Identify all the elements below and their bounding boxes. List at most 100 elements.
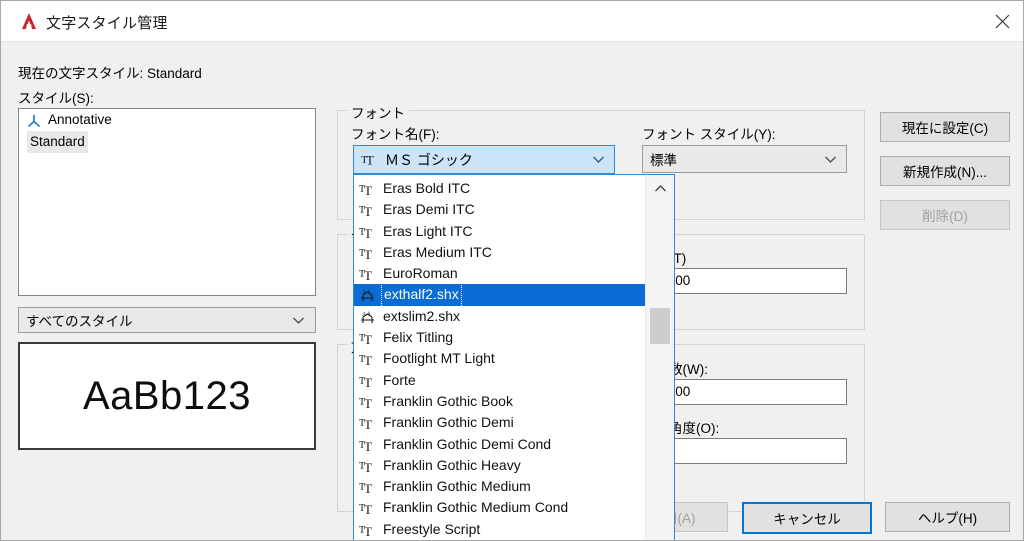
truetype-icon: TT (359, 500, 377, 517)
svg-text:T: T (364, 481, 372, 495)
delete-style-button: 削除(D) (880, 200, 1010, 230)
font-dropdown-item-label: Franklin Gothic Heavy (383, 456, 521, 473)
shx-icon: AA (359, 309, 377, 325)
svg-text:T: T (364, 460, 372, 474)
truetype-icon: TT (359, 437, 377, 454)
svg-text:T: T (364, 353, 372, 367)
font-dropdown-items: T T Eras Bold ITC T T Eras Demi ITC T T Eras Lig… (354, 175, 647, 540)
font-dropdown-item-label: Freestyle Script (383, 520, 481, 537)
autocad-a-logo-icon (19, 11, 39, 31)
font-dropdown-item-label: Eras Medium ITC (383, 243, 492, 260)
font-dropdown-item-label: Felix Titling (383, 329, 454, 346)
new-style-label: 新規作成(N)... (903, 165, 987, 180)
font-dropdown-item[interactable]: T T Eras Demi ITC (354, 199, 647, 220)
chevron-up-icon[interactable] (646, 175, 674, 201)
font-dropdown-item-label: Eras Demi ITC (383, 201, 475, 218)
svg-text:T: T (364, 502, 372, 516)
truetype-icon: TT (359, 224, 377, 241)
font-dropdown-item-label: extslim2.shx (383, 307, 461, 324)
font-dropdown-item[interactable]: T T Franklin Gothic Book (354, 391, 647, 412)
svg-text:T: T (364, 375, 372, 389)
font-dropdown-item[interactable]: T T Eras Medium ITC (354, 242, 647, 263)
truetype-icon: TT (359, 373, 377, 390)
font-style-combo[interactable]: 標準 (642, 145, 847, 173)
truetype-icon: TT (359, 394, 377, 411)
new-style-button[interactable]: 新規作成(N)... (880, 156, 1010, 186)
svg-text:T: T (364, 396, 372, 410)
font-dropdown-item[interactable]: T T Franklin Gothic Demi Cond (354, 434, 647, 455)
chevron-down-icon (592, 152, 605, 167)
font-name-label: フォント名(F): (351, 127, 440, 142)
font-dropdown-item-label: Footlight MT Light (383, 350, 495, 367)
svg-text:T: T (364, 417, 372, 431)
set-current-label: 現在に設定(C) (901, 121, 989, 136)
svg-text:T: T (364, 247, 372, 261)
truetype-icon: TT (359, 202, 377, 219)
font-dropdown-item[interactable]: T T Footlight MT Light (354, 348, 647, 369)
scrollbar-thumb[interactable] (650, 308, 670, 344)
truetype-icon: TT (359, 266, 377, 283)
list-item-label: Annotative (48, 112, 112, 127)
chevron-down-icon (292, 313, 305, 328)
font-dropdown-item[interactable]: T T Franklin Gothic Medium (354, 476, 647, 497)
font-dropdown-item-label: Franklin Gothic Demi Cond (383, 435, 552, 452)
font-dropdown-item-label: Forte (383, 371, 416, 388)
truetype-icon: TT (359, 522, 377, 539)
cancel-button[interactable]: キャンセル (742, 502, 872, 534)
font-dropdown-item[interactable]: T T Franklin Gothic Heavy (354, 455, 647, 476)
help-button[interactable]: ヘルプ(H) (885, 502, 1010, 532)
annotative-icon (27, 113, 41, 127)
svg-text:T: T (364, 332, 372, 346)
font-dropdown-item[interactable]: T T Forte (354, 370, 647, 391)
delete-style-label: 削除(D) (922, 209, 968, 224)
svg-text:T: T (364, 268, 372, 282)
svg-text:T: T (364, 204, 372, 218)
svg-text:T: T (364, 226, 372, 240)
list-item[interactable]: Standard (19, 131, 315, 153)
font-dropdown-item-label: Eras Light ITC (383, 222, 473, 239)
style-filter-combo[interactable]: すべてのスタイル (18, 307, 316, 333)
preview-text: AaBb123 (82, 373, 252, 418)
chevron-down-icon (824, 152, 837, 167)
help-label: ヘルプ(H) (917, 511, 978, 526)
font-style-value: 標準 (650, 153, 677, 168)
window-title: 文字スタイル管理 (46, 15, 168, 32)
font-dropdown-item[interactable]: A Aexthalf2.shx (354, 282, 647, 308)
truetype-icon: T T (361, 151, 378, 169)
dialog-body: 現在の文字スタイル: Standard スタイル(S): Annotative … (1, 42, 1023, 540)
font-name-combo[interactable]: T T ＭＳ ゴシック (353, 145, 615, 174)
list-item[interactable]: Annotative (19, 109, 315, 131)
font-dropdown-item-label: exthalf2.shx (381, 282, 462, 308)
text-style-manager-dialog: 文字スタイル管理 現在の文字スタイル: Standard スタイル(S): An… (0, 0, 1024, 541)
style-preview-box: AaBb123 (18, 342, 316, 450)
truetype-icon: TT (359, 245, 377, 262)
font-dropdown-item[interactable]: A A extslim2.shx (354, 306, 647, 327)
dropdown-scrollbar[interactable] (645, 175, 674, 540)
font-dropdown-item[interactable]: T T Felix Titling (354, 327, 647, 348)
current-style-label: 現在の文字スタイル: Standard (18, 66, 202, 81)
font-dropdown-item[interactable]: T T EuroRoman (354, 263, 647, 284)
font-name-dropdown-list[interactable]: T T Eras Bold ITC T T Eras Demi ITC T T Eras Lig… (353, 174, 675, 540)
truetype-icon: TT (359, 458, 377, 475)
svg-text:T: T (364, 183, 372, 197)
font-dropdown-item-label: Franklin Gothic Medium Cond (383, 499, 569, 516)
font-dropdown-item[interactable]: T T Freestyle Script (354, 519, 647, 540)
set-current-button[interactable]: 現在に設定(C) (880, 112, 1010, 142)
styles-list-label: スタイル(S): (18, 91, 94, 106)
cancel-label: キャンセル (773, 512, 841, 527)
font-dropdown-item[interactable]: T T Franklin Gothic Medium Cond (354, 497, 647, 518)
font-group-title: フォント (347, 102, 409, 122)
truetype-icon: TT (359, 181, 377, 198)
style-list[interactable]: Annotative Standard (18, 108, 316, 296)
title-bar: 文字スタイル管理 (1, 1, 1023, 42)
font-dropdown-item-label: Franklin Gothic Demi (383, 414, 514, 431)
font-dropdown-item[interactable]: T T Eras Light ITC (354, 221, 647, 242)
close-icon[interactable] (979, 1, 1023, 41)
font-dropdown-item-label: Eras Bold ITC (383, 180, 471, 196)
svg-text:T: T (366, 152, 374, 166)
svg-text:T: T (364, 439, 372, 453)
font-name-value: ＭＳ ゴシック (385, 151, 473, 168)
font-dropdown-item[interactable]: T T Franklin Gothic Demi (354, 412, 647, 433)
font-dropdown-item[interactable]: T T Eras Bold ITC (354, 178, 647, 199)
style-filter-value: すべてのスタイル (26, 314, 133, 329)
